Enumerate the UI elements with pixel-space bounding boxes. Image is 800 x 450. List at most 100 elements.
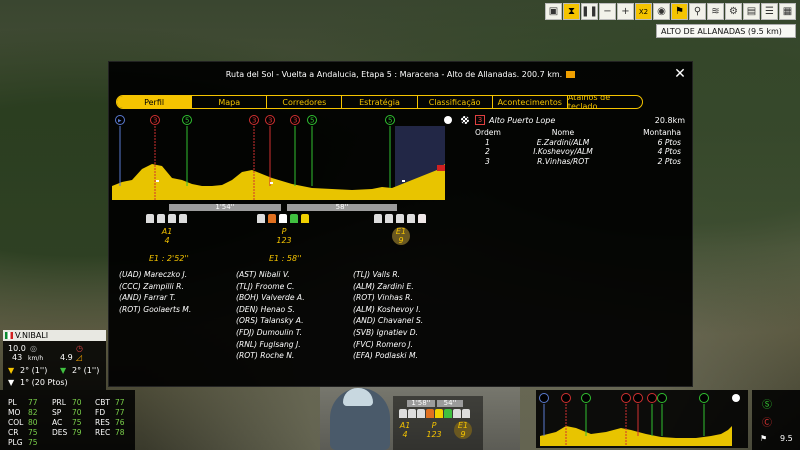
marker-p[interactable]: P 123 <box>269 227 299 245</box>
grid-icon[interactable]: ▦ <box>779 3 796 20</box>
list-item[interactable]: (BOH) Valverde A. <box>236 292 305 304</box>
gc-yellow: 2° (1'') <box>20 366 48 375</box>
stat-sp: SP 70 <box>52 408 82 417</box>
profile-marker-cat-a: 3 <box>153 117 157 125</box>
mini-gap-panel: 1'58'' 54'' A1 4 P 123 E1 9 <box>393 396 483 450</box>
profile-marker-cat-c: 3 <box>268 117 272 125</box>
group-a-list: (UAD) Mareczko J. (CCC) Zampilli R. (AND… <box>119 269 191 315</box>
jersey-icon <box>408 409 416 418</box>
jersey-icon <box>426 409 434 418</box>
rider-slope: 4.9 <box>60 353 73 362</box>
list-icon[interactable]: ☰ <box>761 3 778 20</box>
rider-speed: 10.0 <box>8 344 26 353</box>
stat-res: RES 76 <box>95 418 125 427</box>
sprint-icon[interactable]: Ⓢ <box>762 396 772 411</box>
mini-marker-e1[interactable]: E1 9 <box>448 421 478 439</box>
list-item[interactable]: (EFA) Podlaski M. <box>353 350 423 362</box>
climb-category-badge: 3 <box>475 115 485 125</box>
pause-icon[interactable]: ❚❚ <box>581 3 598 20</box>
jerseys-group-a <box>146 214 187 224</box>
marker-e1[interactable]: E1 9 <box>386 227 416 245</box>
stat-prl: PRL 70 <box>52 398 82 407</box>
game-toolbar: ▣ ⧗ ❚❚ − + X2 ◉ ⚑ ⚲ ≋ ⚙ ▤ ☰ ▦ <box>545 3 796 21</box>
col-nome: Nome <box>551 128 575 138</box>
panel-title-text: Ruta del Sol - Vuelta a Andalucia, Etapa… <box>225 69 563 79</box>
list-item[interactable]: (ORS) Talansky A. <box>236 315 305 327</box>
list-item[interactable]: (TLJ) Froome C. <box>236 281 305 293</box>
list-item[interactable]: (AND) Farrar T. <box>119 292 191 304</box>
jersey-icon <box>279 214 287 223</box>
list-item[interactable]: (UAD) Mareczko J. <box>119 269 191 281</box>
profile-marker-icons: ▸ 3 5 3 3 3 5 5 <box>115 115 452 125</box>
list-item[interactable]: (ROT) Vinhas R. <box>353 292 423 304</box>
flag-icon[interactable]: ⚑ <box>671 3 688 20</box>
list-item[interactable]: (ALM) Koshevoy I. <box>353 304 423 316</box>
list-item[interactable]: (RNL) Fuglsang J. <box>236 339 305 351</box>
bike-icon[interactable]: ⚲ <box>689 3 706 20</box>
plus-icon[interactable]: + <box>617 3 634 20</box>
tab-acontecimentos[interactable]: Acontecimentos <box>491 96 567 108</box>
mini-e1-label: E1 <box>457 421 469 430</box>
mini-profile-chart <box>539 393 740 446</box>
signal-icon[interactable]: ≋ <box>707 3 724 20</box>
gear-icon[interactable]: ⚙ <box>725 3 742 20</box>
jersey-icon <box>179 214 187 223</box>
list-item[interactable]: (AND) Chavanel S. <box>353 315 423 327</box>
eye-icon[interactable]: ◉ <box>653 3 670 20</box>
list-item[interactable]: (ROT) Goolaerts M. <box>119 304 191 316</box>
row-name: I.Koshevoy/ALM <box>533 147 593 157</box>
list-item[interactable]: (CCC) Zampilli R. <box>119 281 191 293</box>
marker-a1[interactable]: A1 4 <box>152 227 182 245</box>
mini-gap-a-label: 1'58'' <box>411 399 431 407</box>
white-jersey-icon: ▼ <box>8 378 15 387</box>
row-pos: 3 <box>485 156 490 166</box>
col-montanha: Montanha <box>643 128 681 138</box>
mini-marker-a1[interactable]: A1 4 <box>390 421 420 439</box>
list-item[interactable]: (ALM) Zardini E. <box>353 281 423 293</box>
climb-icon[interactable]: Ⓒ <box>762 414 772 429</box>
stat-pl: PL 77 <box>8 398 38 407</box>
climb-name: Alto Puerto Lope <box>489 115 556 125</box>
tab-corredores[interactable]: Corredores <box>266 96 341 108</box>
gap-bar-a: 1'54'' <box>169 203 281 211</box>
stat-fd: FD 77 <box>95 408 125 417</box>
mini-stage-profile[interactable] <box>536 390 748 448</box>
tab-estrategia[interactable]: Estratégia <box>341 96 416 108</box>
hourglass-icon[interactable]: ⧗ <box>563 3 580 20</box>
tab-mapa[interactable]: Mapa <box>191 96 266 108</box>
rider-name-bar[interactable]: V.NIBALI <box>3 330 106 341</box>
list-item[interactable]: (FDJ) Dumoulin T. <box>236 327 305 339</box>
table-row[interactable]: 1 E.Zardini/ALM 6 Ptos <box>467 138 685 148</box>
panel-title: Ruta del Sol - Vuelta a Andalucia, Etapa… <box>109 62 692 86</box>
speed-button[interactable]: X2 <box>635 3 652 20</box>
stage-panel: Ruta del Sol - Vuelta a Andalucia, Etapa… <box>108 61 693 387</box>
map-icon[interactable] <box>566 70 576 78</box>
gradient-icon: ◿ <box>76 353 83 362</box>
tab-atalhos[interactable]: Atalhos de teclado <box>566 96 642 108</box>
table-row[interactable]: 3 R.Vinhas/ROT 2 Ptos <box>467 157 685 167</box>
close-button[interactable]: ✕ <box>672 66 688 82</box>
slope-icon: ◷ <box>76 344 83 353</box>
tab-classificacao[interactable]: Classificação <box>416 96 492 108</box>
mini-gap-bar-a: 1'58'' <box>407 399 435 407</box>
list-item[interactable]: (FVC) Romero J. <box>353 339 423 351</box>
mini-a1-label: A1 <box>399 421 411 430</box>
chart-icon[interactable]: ▤ <box>743 3 760 20</box>
jersey-icon <box>374 214 382 223</box>
minus-icon[interactable]: − <box>599 3 616 20</box>
group-c-list: (TLJ) Valls R. (ALM) Zardini E. (ROT) Vi… <box>353 269 423 362</box>
list-item[interactable]: (ROT) Roche N. <box>236 350 305 362</box>
table-row[interactable]: 2 I.Koshevoy/ALM 4 Ptos <box>467 147 685 157</box>
jersey-icon <box>417 409 425 418</box>
panel-tabs: Perfil Mapa Corredores Estratégia Classi… <box>116 95 643 109</box>
list-item[interactable]: (SVB) Ignatiev D. <box>353 327 423 339</box>
jersey-icon <box>257 214 265 223</box>
finish-flag-icon <box>461 116 469 124</box>
list-item[interactable]: (TLJ) Valls R. <box>353 269 423 281</box>
tab-perfil[interactable]: Perfil <box>117 96 192 108</box>
list-item[interactable]: (AST) Nibali V. <box>236 269 305 281</box>
profile-marker-sprint-c: 5 <box>388 117 392 125</box>
list-item[interactable]: (DEN) Henao S. <box>236 304 305 316</box>
mini-marker-p[interactable]: P 123 <box>419 421 449 439</box>
camera-icon[interactable]: ▣ <box>545 3 562 20</box>
